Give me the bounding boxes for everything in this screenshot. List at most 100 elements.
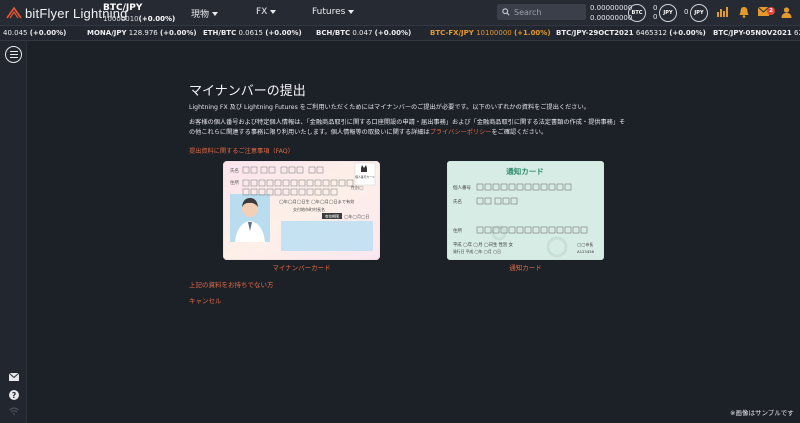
jpy-coin-label: JPY — [663, 10, 673, 16]
faq-link[interactable]: 提出資料に関するご注意事項（FAQ） — [189, 146, 294, 155]
btc-coin-label: BTC — [631, 10, 643, 16]
user-icon[interactable] — [781, 7, 792, 18]
pair-price-change: (+0.00%) — [138, 15, 176, 23]
nav-spot-label: 現物 — [191, 10, 210, 20]
help-icon[interactable]: ? — [9, 390, 19, 400]
chart-icon[interactable] — [717, 7, 728, 17]
ticker-item[interactable]: BCH/BTC 0.047 (+0.00%) — [316, 29, 411, 37]
search-icon — [502, 8, 510, 16]
privacy-text: お客様の個人番号および特定個人情報は、「金融商品取引に関する口座開設の申請・届出… — [189, 118, 629, 137]
current-pair[interactable]: BTC/JPY 10000010(+0.00%) — [103, 3, 175, 24]
balance-stack: 0.00000000 0.00000000 — [590, 3, 633, 23]
nav-fx[interactable]: FX — [256, 7, 277, 17]
mail-badge: 2 — [767, 7, 775, 15]
ticker-change: (+0.00%) — [159, 29, 197, 37]
ticker-item[interactable]: 40.045 (+0.00%) — [3, 29, 66, 37]
card-bottom-date: ◯年◯月◯日 — [344, 213, 369, 219]
pair-price: 10000010(+0.00%) — [103, 14, 175, 24]
card-sex-label: 性別◯ — [351, 184, 364, 190]
jpy-coin-icon[interactable]: JPY — [659, 4, 677, 22]
ticker-item[interactable]: BTC/JPY-05NOV2021 621 — [713, 29, 800, 37]
ticker-symbol: BTC/JPY-05NOV2021 — [713, 29, 792, 37]
nav-futures[interactable]: Futures — [312, 7, 355, 17]
balance-zero-a: 0 — [653, 4, 658, 12]
ticker-price: 0.0615 — [238, 29, 263, 37]
intro-text: Lightning FX 及び Lightning Futures をご利用いた… — [189, 104, 590, 111]
notice-birth-line: 平成 ◯年 ◯月 ◯日生 性別 女 — [453, 241, 514, 248]
chevron-down-icon — [348, 10, 355, 14]
balance-zero-b: 0 — [653, 13, 658, 21]
notice-label-address: 住所 — [453, 227, 462, 234]
privacy-text-end: をご確認ください。 — [491, 128, 548, 136]
cancel-link[interactable]: キャンセル — [189, 295, 222, 305]
ticker-symbol: BTC/JPY-29OCT2021 — [556, 29, 634, 37]
ticker-change: (+1.00%) — [513, 29, 551, 37]
chevron-down-icon — [212, 11, 219, 16]
nav-fx-label: FX — [256, 7, 268, 17]
card-birth: ◯年◯月◯日生 — [279, 198, 310, 205]
card-valid-label: 有効期限 — [325, 214, 339, 219]
card-expiry: ◯年◯月◯日まで有効 — [311, 198, 354, 205]
card-badge-text: 個人番号カード — [355, 175, 375, 179]
notice-card-title: 通知カード — [506, 166, 544, 176]
ticker-symbol: MONA/JPY — [87, 29, 127, 37]
notice-label-number: 個人番号 — [453, 184, 471, 191]
privacy-text-body: お客様の個人番号および特定個人情報は、「金融商品取引に関する口座開設の申請・届出… — [189, 119, 626, 136]
card-label-address: 住所 — [230, 179, 239, 186]
ticker-symbol: BTC-FX/JPY — [430, 29, 474, 37]
ticker-price: 6465312 — [635, 29, 667, 37]
ticker-change: (+0.00%) — [29, 29, 67, 37]
ticker-price: 0.047 — [352, 29, 373, 37]
top-header: bitFlyer Lightning BTC/JPY 10000010(+0.0… — [0, 0, 800, 26]
notice-serial: A123456 — [577, 249, 595, 254]
bell-icon[interactable] — [739, 7, 749, 18]
notice-card-image: 通知カード 個人番号 氏名 住所 平成 ◯年 ◯月 ◯日生 性別 女 発行日 平… — [446, 160, 605, 261]
logo-mark-icon — [6, 6, 22, 19]
ticker-change: (+0.00%) — [669, 29, 706, 37]
ticker-item[interactable]: MONA/JPY 128.976 (+0.00%) — [87, 29, 197, 37]
mynumber-card-image: 氏名 住所 個人番号カード 性別◯ ◯年◯月◯日生 ◯年◯月◯日まで有効 交付地… — [222, 160, 381, 261]
nav-spot[interactable]: 現物 — [191, 7, 219, 20]
notice-issue-line: 発行日 平成 ◯年 ◯月 ◯日 — [453, 249, 501, 254]
chevron-down-icon — [270, 10, 277, 14]
svg-text:?: ? — [12, 391, 16, 400]
notice-card-option[interactable]: 通知カード 個人番号 氏名 住所 平成 ◯年 ◯月 ◯日生 性別 女 発行日 平… — [446, 160, 605, 261]
ticker-price: 128.976 — [128, 29, 158, 37]
notice-card-caption[interactable]: 通知カード — [447, 262, 604, 272]
sample-note: ※画像はサンプルです — [730, 409, 794, 417]
card-issuer: 交付地市町村長名 — [293, 206, 325, 212]
ticker-change: (+0.00%) — [265, 29, 302, 37]
ticker-price: 40.045 — [3, 29, 28, 37]
ticker-item[interactable]: ETH/BTC 0.0615 (+0.00%) — [203, 29, 302, 37]
notice-issuer: ◯◯市長 — [577, 242, 593, 247]
privacy-policy-link[interactable]: プライバシーポリシー — [430, 129, 492, 136]
menu-icon[interactable] — [5, 46, 22, 63]
balance-line-2: 0.00000000 — [590, 14, 633, 22]
balance-line-1: 0.00000000 — [590, 4, 633, 12]
pair-price-value: 10000010 — [103, 15, 139, 23]
pair-name: BTC/JPY — [103, 3, 143, 13]
ticker-item[interactable]: BTC/JPY-29OCT2021 6465312 (+0.00%) — [556, 29, 706, 37]
search-input[interactable] — [514, 7, 584, 17]
no-documents-link[interactable]: 上記の資料をお持ちでない方 — [189, 279, 274, 289]
btc-coin-icon[interactable]: BTC — [628, 4, 646, 22]
mail-icon[interactable] — [9, 373, 19, 381]
notice-label-name: 氏名 — [453, 198, 462, 205]
search-box[interactable] — [497, 4, 586, 20]
ticker-price: 621 — [793, 29, 800, 37]
ticker-symbol: BCH/BTC — [316, 29, 351, 37]
page-title: マイナンバーの提出 — [189, 84, 306, 99]
nav-futures-label: Futures — [312, 7, 346, 17]
balance-zero-c: 0 — [684, 8, 689, 16]
left-sidebar: ? — [0, 41, 27, 423]
jpy-transfer-label: JPY — [694, 10, 704, 16]
card-label-name: 氏名 — [230, 167, 239, 174]
mynumber-card-caption[interactable]: マイナンバーカード — [223, 262, 380, 272]
wifi-icon — [9, 407, 19, 415]
jpy-transfer-icon[interactable]: JPY — [690, 4, 708, 22]
mynumber-card-option[interactable]: 氏名 住所 個人番号カード 性別◯ ◯年◯月◯日生 ◯年◯月◯日まで有効 交付地… — [222, 160, 381, 261]
ticker-price: 10100000 — [476, 29, 512, 37]
ticker-change: (+0.00%) — [374, 29, 412, 37]
ticker-item-active[interactable]: BTC-FX/JPY 10100000 (+1.00%) — [430, 29, 551, 37]
main-content: マイナンバーの提出 Lightning FX 及び Lightning Futu… — [27, 41, 800, 423]
